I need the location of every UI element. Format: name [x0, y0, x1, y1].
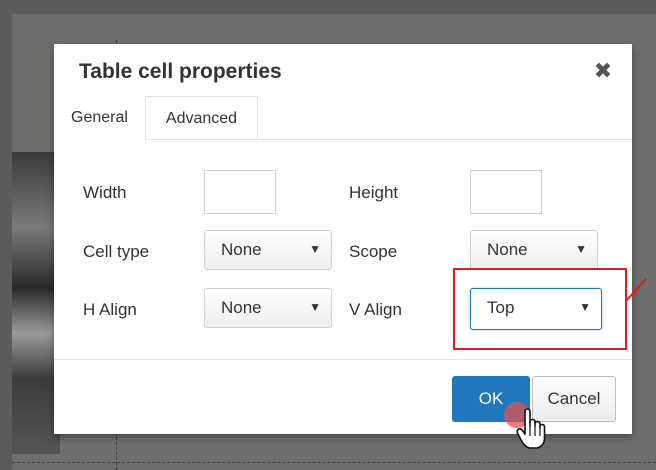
height-input[interactable]: [470, 170, 542, 214]
dropdown-arrow-icon: ▼: [309, 300, 321, 314]
background-table-border: [12, 462, 656, 463]
tab-advanced[interactable]: Advanced: [146, 96, 258, 140]
width-input[interactable]: [204, 170, 276, 214]
cell-type-select[interactable]: None ▼: [204, 230, 332, 270]
dropdown-arrow-icon: ▼: [309, 242, 321, 256]
cell-type-value: None: [221, 240, 262, 259]
close-icon[interactable]: ✖: [590, 58, 616, 84]
v-align-label: V Align: [349, 300, 402, 319]
h-align-select[interactable]: None ▼: [204, 288, 332, 328]
footer-divider: [54, 359, 632, 360]
scope-select[interactable]: None ▼: [470, 230, 598, 270]
hand-cursor-icon: [516, 408, 546, 449]
dropdown-arrow-icon: ▼: [575, 242, 587, 256]
table-cell-properties-dialog: Table cell properties ✖ General Advanced…: [54, 44, 632, 434]
h-align-value: None: [221, 298, 262, 317]
tab-bar: General Advanced: [54, 96, 632, 141]
scope-label: Scope: [349, 242, 398, 261]
highlight-box: [453, 268, 627, 350]
background-table-border: [12, 152, 56, 153]
dialog-title: Table cell properties: [79, 60, 282, 83]
cell-type-label: Cell type: [83, 242, 150, 261]
tab-general[interactable]: General: [54, 96, 146, 141]
background-image: [12, 152, 60, 454]
height-label: Height: [349, 183, 399, 202]
h-align-label: H Align: [83, 300, 137, 319]
scope-value: None: [487, 240, 528, 259]
width-label: Width: [83, 183, 127, 202]
